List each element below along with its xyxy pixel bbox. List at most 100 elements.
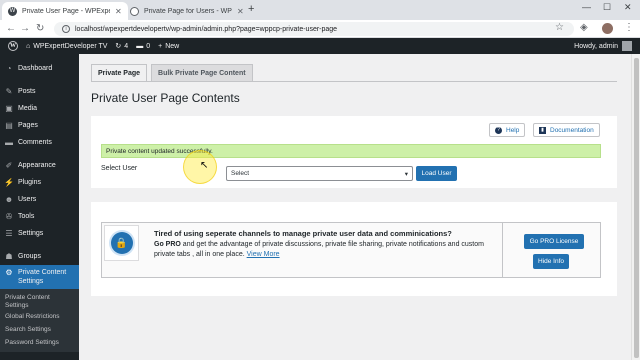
browser-tabbar: W Private User Page - WPExpertDev ✕ Priv… bbox=[0, 0, 640, 20]
sidebar-item-appearance[interactable]: ✐ Appearance bbox=[0, 157, 79, 174]
plus-icon: + bbox=[158, 42, 163, 50]
sidebar-item-label: Tools bbox=[18, 213, 35, 220]
user-select[interactable]: Select ▾ bbox=[226, 166, 413, 181]
plug-icon: ⚡ bbox=[4, 178, 14, 187]
sidebar-item-comments[interactable]: ▬ Comments bbox=[0, 134, 79, 151]
documentation-label: Documentation bbox=[550, 126, 594, 134]
back-icon[interactable]: ← bbox=[6, 23, 16, 34]
wrench-icon: ✇ bbox=[5, 212, 13, 221]
info-icon[interactable]: i bbox=[62, 25, 70, 33]
go-pro-license-button[interactable]: Go PRO License bbox=[524, 234, 584, 249]
extension-icon[interactable]: ◈ bbox=[580, 22, 588, 33]
sidebar-item-media[interactable]: ▣ Media bbox=[0, 100, 79, 117]
select-user-label: Select User bbox=[101, 165, 138, 172]
wp-logo-menu[interactable]: W bbox=[8, 41, 18, 51]
sidebar-item-label: Users bbox=[18, 196, 37, 203]
sidebar-item-plugins[interactable]: ⚡ Plugins bbox=[0, 174, 79, 191]
book-icon: ▮ bbox=[539, 126, 546, 134]
tab-title: Private Page for Users - WP Exp bbox=[144, 7, 232, 15]
menu-icon[interactable]: ⋮ bbox=[624, 22, 634, 33]
success-notice: Private content updated successfully. bbox=[101, 144, 601, 158]
sidebar-item-label: Plugins bbox=[18, 179, 41, 186]
home-icon: ⌂ bbox=[26, 42, 31, 50]
promo-text: Go PRO and get the advantage of private … bbox=[154, 240, 484, 260]
reload-icon[interactable]: ↻ bbox=[36, 23, 44, 34]
sidebar-item-dashboard[interactable]: ◔ Dashboard bbox=[0, 60, 79, 77]
select-value: Select bbox=[231, 170, 250, 177]
forward-icon[interactable]: → bbox=[20, 23, 30, 34]
star-icon[interactable]: ☆ bbox=[555, 22, 564, 33]
submenu-item-search-settings[interactable]: Search Settings bbox=[0, 323, 79, 336]
chevron-down-icon: ▾ bbox=[404, 170, 408, 178]
my-account-link[interactable]: Howdy, admin bbox=[574, 41, 632, 51]
new-label: New bbox=[165, 42, 180, 50]
gauge-icon: ◔ bbox=[6, 64, 12, 73]
comment-bubble-icon: ▬ bbox=[136, 42, 144, 50]
go-pro-banner: 🔒 Tired of using seperate channels to ma… bbox=[101, 222, 601, 278]
main-content: Private Page Bulk Private Page Content P… bbox=[79, 54, 631, 360]
sidebar-item-settings[interactable]: ☰ Settings bbox=[0, 225, 79, 242]
updates-count: 4 bbox=[124, 42, 129, 50]
sidebar-item-pages[interactable]: ▤ Pages bbox=[0, 117, 79, 134]
gear-icon: ⚙ bbox=[5, 267, 13, 277]
browser-tab-active[interactable]: W Private User Page - WPExpertDev ✕ bbox=[2, 2, 128, 20]
updates-link[interactable]: ↻ 4 bbox=[115, 42, 129, 51]
sidebar-item-label: Pages bbox=[18, 122, 38, 129]
site-name-link[interactable]: ⌂ WPExpertDeveloper TV bbox=[26, 43, 107, 50]
load-user-button[interactable]: Load User bbox=[416, 166, 457, 181]
promo-panel: 🔒 Tired of using seperate channels to ma… bbox=[91, 202, 617, 296]
tab-private-page[interactable]: Private Page bbox=[91, 64, 148, 81]
close-window-icon[interactable]: ✕ bbox=[624, 2, 632, 13]
submenu-item-private-content-settings[interactable]: Private Content Settings bbox=[0, 292, 79, 310]
howdy-text: Howdy, admin bbox=[574, 42, 618, 50]
comment-icon: ▬ bbox=[5, 138, 13, 147]
page-title: Private User Page Contents bbox=[91, 91, 240, 105]
sidebar-item-posts[interactable]: ✎ Posts bbox=[0, 83, 79, 100]
view-more-link[interactable]: View More bbox=[247, 251, 280, 258]
address-bar[interactable]: i localhost/wpexpertdevelopertv/wp-admin… bbox=[54, 22, 574, 36]
go-pro-text: Go PRO bbox=[154, 241, 181, 248]
submenu-item-global-restrictions[interactable]: Global Restrictions bbox=[0, 310, 79, 323]
sidebar-item-groups[interactable]: ☗ Groups bbox=[0, 248, 79, 265]
maximize-icon[interactable]: ☐ bbox=[603, 2, 611, 13]
media-icon: ▣ bbox=[5, 104, 13, 113]
url-text: localhost/wpexpertdevelopertv/wp-admin/a… bbox=[75, 25, 338, 33]
sidebar-item-label: Comments bbox=[18, 139, 52, 146]
sidebar-item-private-content-settings[interactable]: ⚙ Private Content Settings bbox=[0, 265, 79, 289]
lock-icon: 🔒 bbox=[110, 232, 133, 254]
wp-admin-bar: W ⌂ WPExpertDeveloper TV ↻ 4 ▬ 0 + New H… bbox=[0, 38, 640, 54]
page-scrollbar[interactable] bbox=[631, 54, 640, 360]
question-icon: ? bbox=[495, 126, 502, 134]
help-button[interactable]: ? Help bbox=[489, 123, 526, 137]
browser-tab[interactable]: Private Page for Users - WP Exp ✕ bbox=[124, 2, 250, 20]
private-page-panel: ? Help ▮ Documentation Private content u… bbox=[91, 116, 617, 188]
new-tab-icon[interactable]: + bbox=[248, 3, 254, 15]
groups-icon: ☗ bbox=[5, 252, 13, 261]
avatar bbox=[622, 41, 632, 51]
promo-title: Tired of using seperate channels to mana… bbox=[154, 229, 452, 238]
submenu-item-password-settings[interactable]: Password Settings bbox=[0, 336, 79, 349]
brush-icon: ✐ bbox=[5, 161, 13, 170]
profile-avatar[interactable] bbox=[602, 23, 613, 34]
browser-toolbar: ← → ↻ i localhost/wpexpertdevelopertv/wp… bbox=[0, 20, 640, 38]
wordpress-logo-icon: W bbox=[8, 41, 18, 51]
minimize-icon[interactable]: — bbox=[582, 2, 591, 12]
admin-sidebar: ◔ Dashboard ✎ Posts ▣ Media ▤ Pages ▬ Comment… bbox=[0, 54, 79, 360]
tab-bulk-private-page-content[interactable]: Bulk Private Page Content bbox=[151, 64, 253, 81]
documentation-button[interactable]: ▮ Documentation bbox=[533, 123, 600, 137]
lock-image: 🔒 bbox=[104, 225, 139, 261]
pin-icon: ✎ bbox=[5, 87, 13, 96]
hide-info-button[interactable]: Hide Info bbox=[533, 254, 569, 269]
wordpress-favicon-icon: W bbox=[8, 6, 17, 16]
close-tab-icon[interactable]: ✕ bbox=[237, 7, 244, 16]
sidebar-item-tools[interactable]: ✇ Tools bbox=[0, 208, 79, 225]
sidebar-item-users[interactable]: ☻ Users bbox=[0, 191, 79, 208]
comments-link[interactable]: ▬ 0 bbox=[136, 43, 150, 50]
close-tab-icon[interactable]: ✕ bbox=[115, 7, 122, 16]
sidebar-item-label: Private Content Settings bbox=[18, 269, 67, 285]
tab-title: Private User Page - WPExpertDev bbox=[22, 7, 110, 15]
new-content-link[interactable]: + New bbox=[158, 43, 179, 50]
users-icon: ☻ bbox=[4, 195, 14, 204]
globe-icon bbox=[130, 6, 139, 16]
sidebar-item-label: Dashboard bbox=[18, 65, 53, 72]
